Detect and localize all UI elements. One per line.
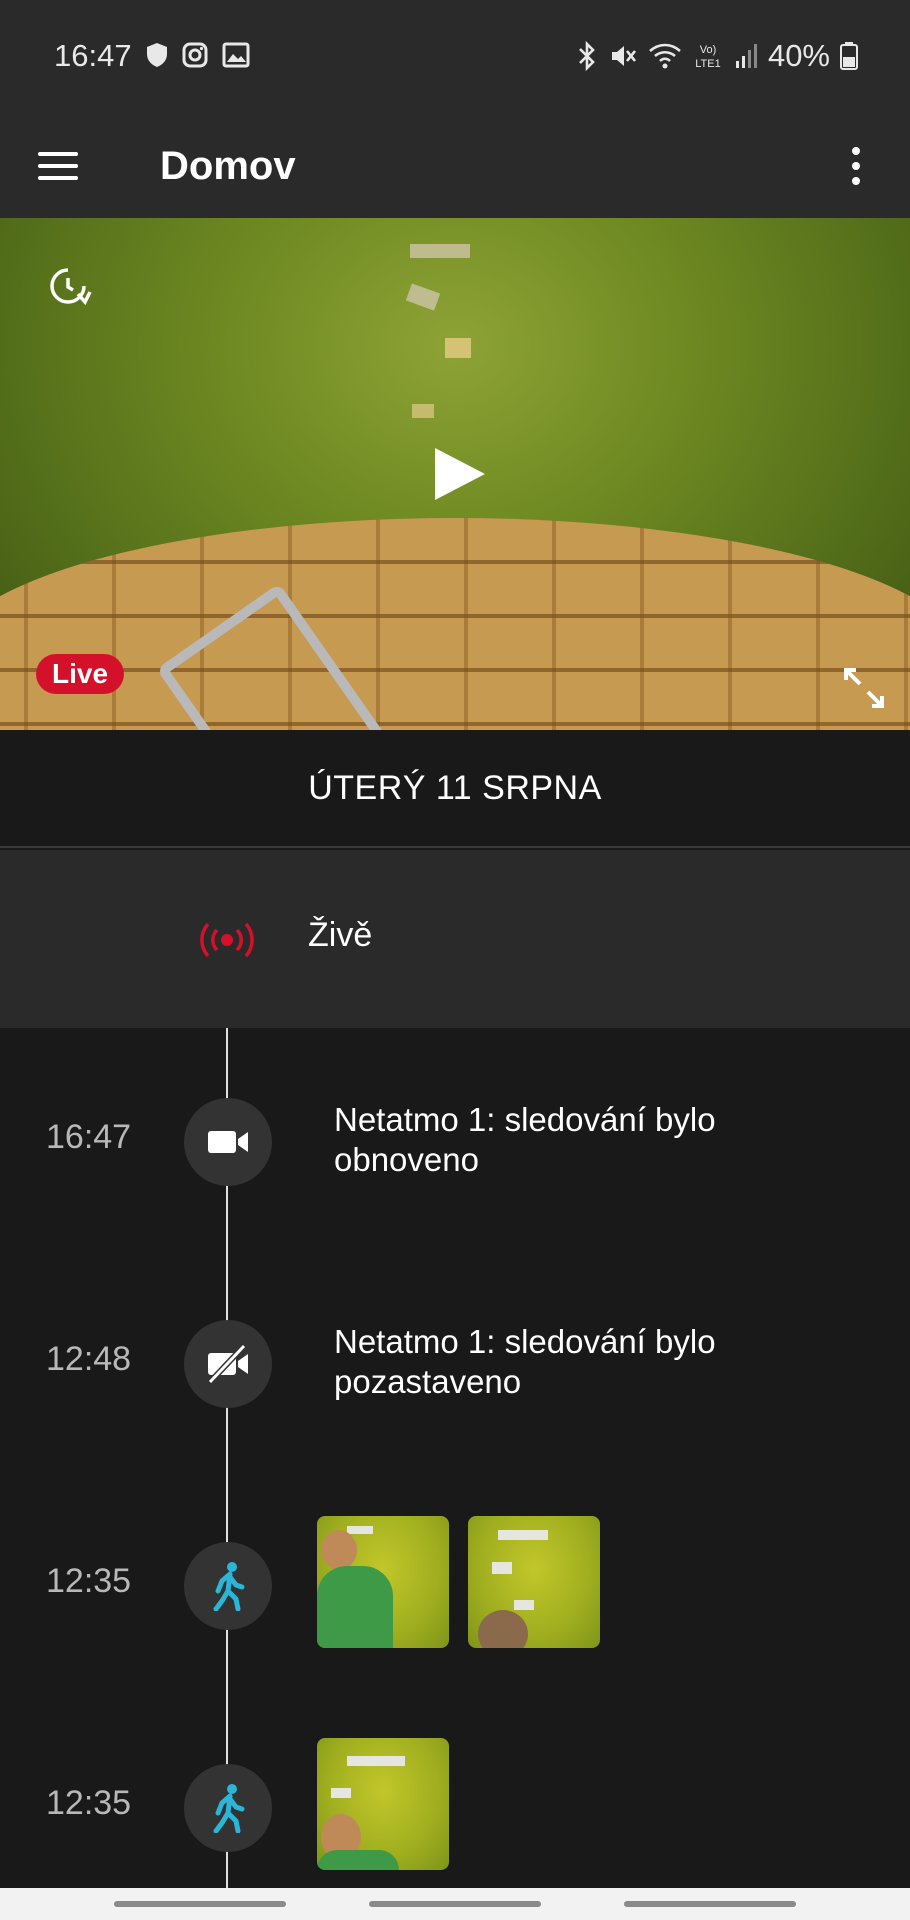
- hamburger-icon: [38, 152, 78, 156]
- status-time: 16:47: [54, 38, 132, 73]
- play-button[interactable]: [435, 448, 485, 500]
- more-vert-icon: [852, 147, 860, 155]
- menu-button[interactable]: [38, 142, 86, 190]
- date-text: ÚTERÝ 11 SRPNA: [308, 768, 602, 807]
- event-thumbnail[interactable]: [317, 1738, 449, 1870]
- status-right-icons: Vo) LTE1 40%: [576, 38, 858, 74]
- volte-icon: Vo) LTE1: [695, 44, 720, 70]
- system-nav-bar: [0, 1888, 910, 1920]
- more-options-button[interactable]: [832, 134, 880, 198]
- person-head: [321, 1530, 357, 1570]
- mute-icon: [611, 46, 636, 66]
- live-broadcast-icon: [200, 922, 254, 958]
- status-left-icons: [146, 42, 250, 68]
- svg-text:Vo): Vo): [700, 44, 717, 56]
- page-title: Domov: [160, 144, 296, 188]
- person-walking-icon: [213, 1562, 245, 1611]
- timeline-event-row[interactable]: 12:35: [0, 1484, 910, 1684]
- replay-icon[interactable]: [40, 258, 96, 314]
- nav-back-button[interactable]: [624, 1901, 796, 1907]
- event-time: 16:47: [46, 1118, 132, 1156]
- timeline-event-row[interactable]: 12:35: [0, 1706, 910, 1906]
- instagram-icon: [182, 42, 208, 68]
- event-thumbnail[interactable]: [468, 1516, 600, 1648]
- battery-icon: [840, 42, 858, 70]
- event-icon-circle: [184, 1764, 272, 1852]
- person-head: [478, 1610, 528, 1648]
- nav-recent-button[interactable]: [114, 1901, 286, 1907]
- bluetooth-icon: [579, 41, 595, 71]
- event-icon-circle: [184, 1542, 272, 1630]
- video-camera-icon: [208, 1131, 248, 1153]
- person-body: [317, 1566, 393, 1648]
- status-bar: 16:47 Vo) LTE1 40%: [0, 0, 910, 114]
- date-header: ÚTERÝ 11 SRPNA: [0, 730, 910, 848]
- stepping-stone: [445, 338, 471, 358]
- event-thumbnail[interactable]: [317, 1516, 449, 1648]
- stepping-stone: [410, 244, 470, 258]
- stepping-stone: [405, 283, 441, 311]
- paving-lines: [0, 518, 910, 730]
- video-camera-off-icon: [207, 1344, 248, 1384]
- live-badge: Live: [36, 654, 125, 694]
- shield-icon: [147, 43, 167, 67]
- fullscreen-icon[interactable]: [840, 664, 888, 712]
- event-icon-circle: [184, 1098, 272, 1186]
- person-walking-icon: [213, 1784, 245, 1833]
- live-row-label: Živě: [308, 916, 373, 954]
- timeline-event-row[interactable]: 16:47 Netatmo 1: sledování bylo obnoveno: [0, 1040, 910, 1240]
- signal-icon: [735, 44, 757, 68]
- event-time: 12:35: [46, 1562, 132, 1600]
- stepping-stone: [412, 404, 434, 418]
- nav-home-button[interactable]: [369, 1901, 541, 1907]
- event-icon-circle: [184, 1320, 272, 1408]
- wifi-icon: [649, 43, 681, 69]
- person-body: [317, 1850, 399, 1870]
- event-text: Netatmo 1: sledování bylo pozastaveno: [334, 1323, 716, 1400]
- network-label: LTE1: [695, 58, 720, 70]
- app-bar: Domov: [0, 114, 910, 218]
- timeline-live-row[interactable]: Živě: [0, 850, 910, 1028]
- camera-live-view[interactable]: Live: [0, 218, 910, 730]
- battery-percent: 40%: [767, 38, 830, 73]
- timeline-event-row[interactable]: 12:48 Netatmo 1: sledování bylo pozastav…: [0, 1262, 910, 1462]
- event-time: 12:48: [46, 1340, 132, 1378]
- image-icon: [222, 42, 250, 68]
- event-time: 12:35: [46, 1784, 132, 1822]
- event-text: Netatmo 1: sledování bylo obnoveno: [334, 1101, 716, 1178]
